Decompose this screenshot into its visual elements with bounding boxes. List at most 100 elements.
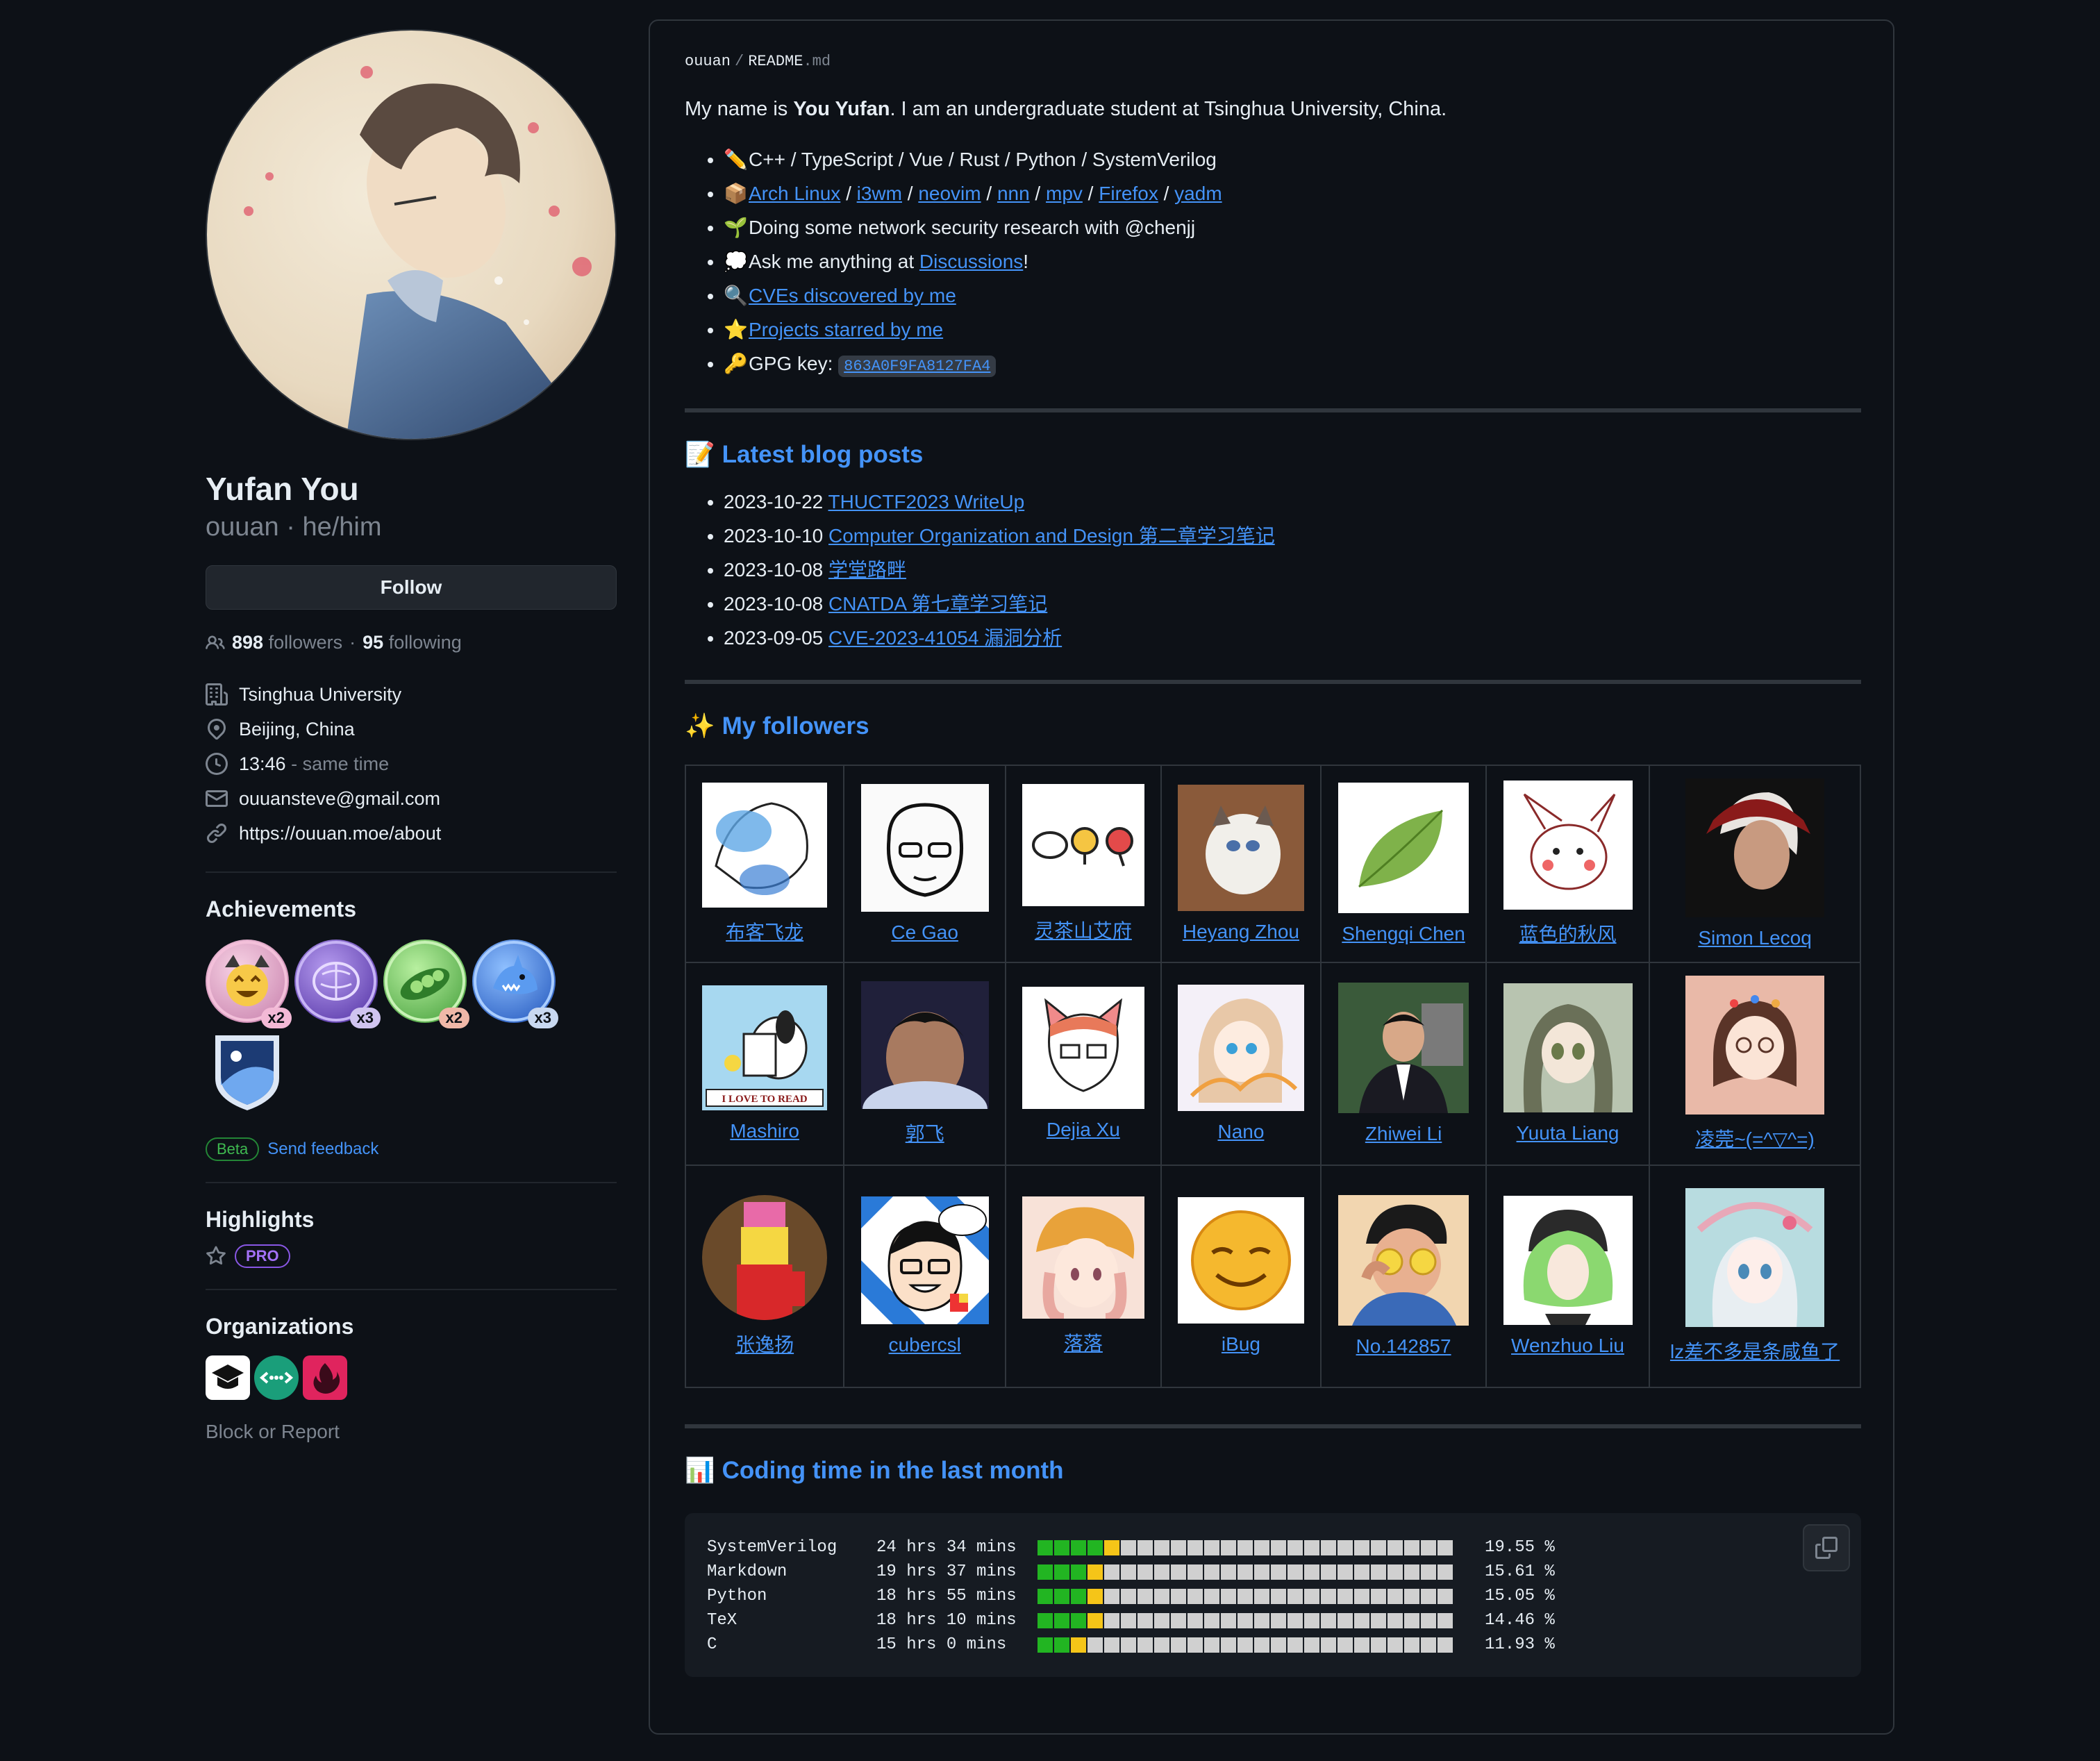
blog-heading-text[interactable]: Latest blog posts [722, 437, 924, 472]
mail-icon [206, 790, 228, 807]
follower-cell[interactable]: 蓝色的秋风 [1485, 765, 1651, 963]
follower-name[interactable]: 凌莞~(=^▽^=) [1695, 1128, 1815, 1150]
follower-name[interactable]: 张逸扬 [735, 1334, 794, 1355]
cves-link[interactable]: CVEs discovered by me [749, 285, 956, 306]
follower-name[interactable]: Shengqi Chen [1342, 923, 1465, 944]
send-feedback-link[interactable]: Send feedback [267, 1140, 378, 1159]
progress-segment [1338, 1588, 1353, 1604]
starred-projects-link[interactable]: Projects starred by me [749, 319, 943, 340]
achievements-heading[interactable]: Achievements [206, 894, 617, 924]
follower-name[interactable]: Nano [1217, 1121, 1264, 1142]
progress-segment [1204, 1637, 1219, 1653]
follower-cell[interactable]: Dejia Xu [1005, 962, 1162, 1166]
follower-cell[interactable]: lz差不多是条咸鱼了 [1649, 1165, 1861, 1388]
progress-segment [1438, 1539, 1453, 1555]
follower-name[interactable]: iBug [1222, 1333, 1260, 1355]
coding-duration: 18 hrs 55 mins [876, 1587, 1017, 1605]
follower-name[interactable]: No.142857 [1356, 1335, 1451, 1357]
progress-segment [1438, 1637, 1453, 1653]
profile-avatar[interactable] [206, 29, 617, 440]
seedling-icon: 🌱 [724, 217, 748, 238]
follower-cell[interactable]: iBug [1160, 1165, 1322, 1388]
progress-segment [1388, 1588, 1403, 1604]
follower-name[interactable]: Yuuta Liang [1517, 1122, 1619, 1144]
follower-cell[interactable]: No.142857 [1320, 1165, 1487, 1388]
follower-avatar [702, 1195, 828, 1320]
tool-link-yadm[interactable]: yadm [1174, 183, 1222, 204]
list-item: ✏️C++ / TypeScript / Vue / Rust / Python… [724, 142, 1861, 176]
follow-button[interactable]: Follow [206, 565, 617, 610]
follower-cell[interactable]: Wenzhuo Liu [1485, 1165, 1651, 1388]
follower-name[interactable]: Simon Lecoq [1698, 927, 1811, 949]
breadcrumb-user[interactable]: ouuan [685, 53, 731, 70]
galaxy-brain-badge[interactable]: x3 [294, 940, 381, 1028]
post-link[interactable]: 学堂路畔 [828, 559, 906, 581]
post-link[interactable]: THUCTF2023 WriteUp [828, 491, 1025, 512]
follower-name[interactable]: Zhiwei Li [1365, 1123, 1442, 1144]
follower-cell[interactable]: 布客飞龙 [684, 765, 845, 963]
block-or-report-link[interactable]: Block or Report [206, 1421, 617, 1443]
tool-link-firefox[interactable]: Firefox [1099, 183, 1158, 204]
website-link[interactable]: https://ouuan.moe/about [239, 823, 441, 844]
org-avatar-network[interactable] [254, 1355, 299, 1400]
email-link[interactable]: ouuansteve@gmail.com [239, 788, 440, 810]
follower-name[interactable]: Ce Gao [891, 921, 958, 943]
follower-name[interactable]: 落落 [1064, 1333, 1103, 1354]
post-link[interactable]: CVE-2023-41054 漏洞分析 [828, 627, 1062, 649]
follower-cell[interactable]: 灵茶山艾府 [1005, 765, 1162, 963]
follower-cell[interactable]: Heyang Zhou [1160, 765, 1322, 963]
tool-link-mpv[interactable]: mpv [1046, 183, 1083, 204]
follower-name[interactable]: Mashiro [730, 1120, 799, 1142]
post-link[interactable]: Computer Organization and Design 第二章学习笔记 [828, 525, 1275, 546]
follower-cell[interactable]: 张逸扬 [684, 1165, 845, 1388]
follower-avatar [1022, 784, 1144, 906]
follower-name[interactable]: 郭飞 [906, 1123, 944, 1144]
follower-name[interactable]: Dejia Xu [1047, 1119, 1120, 1140]
follower-name[interactable]: 布客飞龙 [726, 921, 803, 943]
progress-segment [1171, 1588, 1186, 1604]
starstruck-badge[interactable]: x2 [206, 940, 292, 1028]
follower-cell[interactable]: Nano [1160, 962, 1322, 1166]
follower-cell[interactable]: 落落 [1005, 1165, 1162, 1388]
coding-time-heading-text[interactable]: Coding time in the last month [722, 1453, 1064, 1488]
post-link[interactable]: CNATDA 第七章学习笔记 [828, 593, 1047, 615]
follower-cell[interactable]: 凌莞~(=^▽^=) [1649, 962, 1861, 1166]
local-time-row: 13:46 - same time [206, 746, 617, 781]
follower-cell[interactable]: Ce Gao [843, 765, 1007, 963]
org-avatar-graduation[interactable] [206, 1355, 250, 1400]
follower-name[interactable]: cubercsl [889, 1334, 961, 1355]
tool-link-i3wm[interactable]: i3wm [857, 183, 902, 204]
follower-cell[interactable]: Simon Lecoq [1649, 765, 1861, 963]
gpg-key-link[interactable]: 863A0F9FA8127FA4 [838, 356, 997, 377]
pair-extraordinaire-badge[interactable]: x2 [383, 940, 469, 1028]
follower-cell[interactable]: Zhiwei Li [1320, 962, 1487, 1166]
breadcrumb-file[interactable]: README [748, 53, 803, 70]
copy-button[interactable] [1803, 1524, 1850, 1571]
follower-avatar [1685, 778, 1825, 917]
follower-name[interactable]: 灵茶山艾府 [1035, 920, 1132, 942]
progress-segment [1388, 1637, 1403, 1653]
tool-link-neovim[interactable]: neovim [918, 183, 981, 204]
follower-cell[interactable]: cubercsl [843, 1165, 1007, 1388]
follower-name[interactable]: Wenzhuo Liu [1511, 1335, 1624, 1356]
follower-name[interactable]: Heyang Zhou [1183, 921, 1299, 942]
follower-name[interactable]: 蓝色的秋风 [1519, 924, 1617, 945]
followers-link[interactable]: 898 followers [232, 632, 342, 653]
follower-cell[interactable]: 郭飞 [843, 962, 1007, 1166]
pull-shark-badge[interactable]: x3 [472, 940, 558, 1028]
org-avatar-flame[interactable] [303, 1355, 347, 1400]
discussions-link[interactable]: Discussions [919, 251, 1023, 272]
followers-heading-text[interactable]: My followers [722, 709, 869, 744]
follower-name[interactable]: lz差不多是条咸鱼了 [1670, 1341, 1840, 1362]
tool-link-nnn[interactable]: nnn [997, 183, 1030, 204]
arctic-code-vault-badge[interactable] [206, 1030, 617, 1117]
email-row: ouuansteve@gmail.com [206, 781, 617, 816]
website-row: https://ouuan.moe/about [206, 816, 617, 851]
progress-segment [1304, 1539, 1319, 1555]
follower-cell[interactable]: I LOVE TO READ Mashiro [684, 962, 845, 1166]
pencil-icon: ✏️ [724, 149, 748, 170]
tool-link-arch[interactable]: Arch Linux [749, 183, 840, 204]
following-link[interactable]: 95 following [362, 632, 462, 653]
follower-cell[interactable]: Yuuta Liang [1485, 962, 1651, 1166]
follower-cell[interactable]: Shengqi Chen [1320, 765, 1487, 963]
